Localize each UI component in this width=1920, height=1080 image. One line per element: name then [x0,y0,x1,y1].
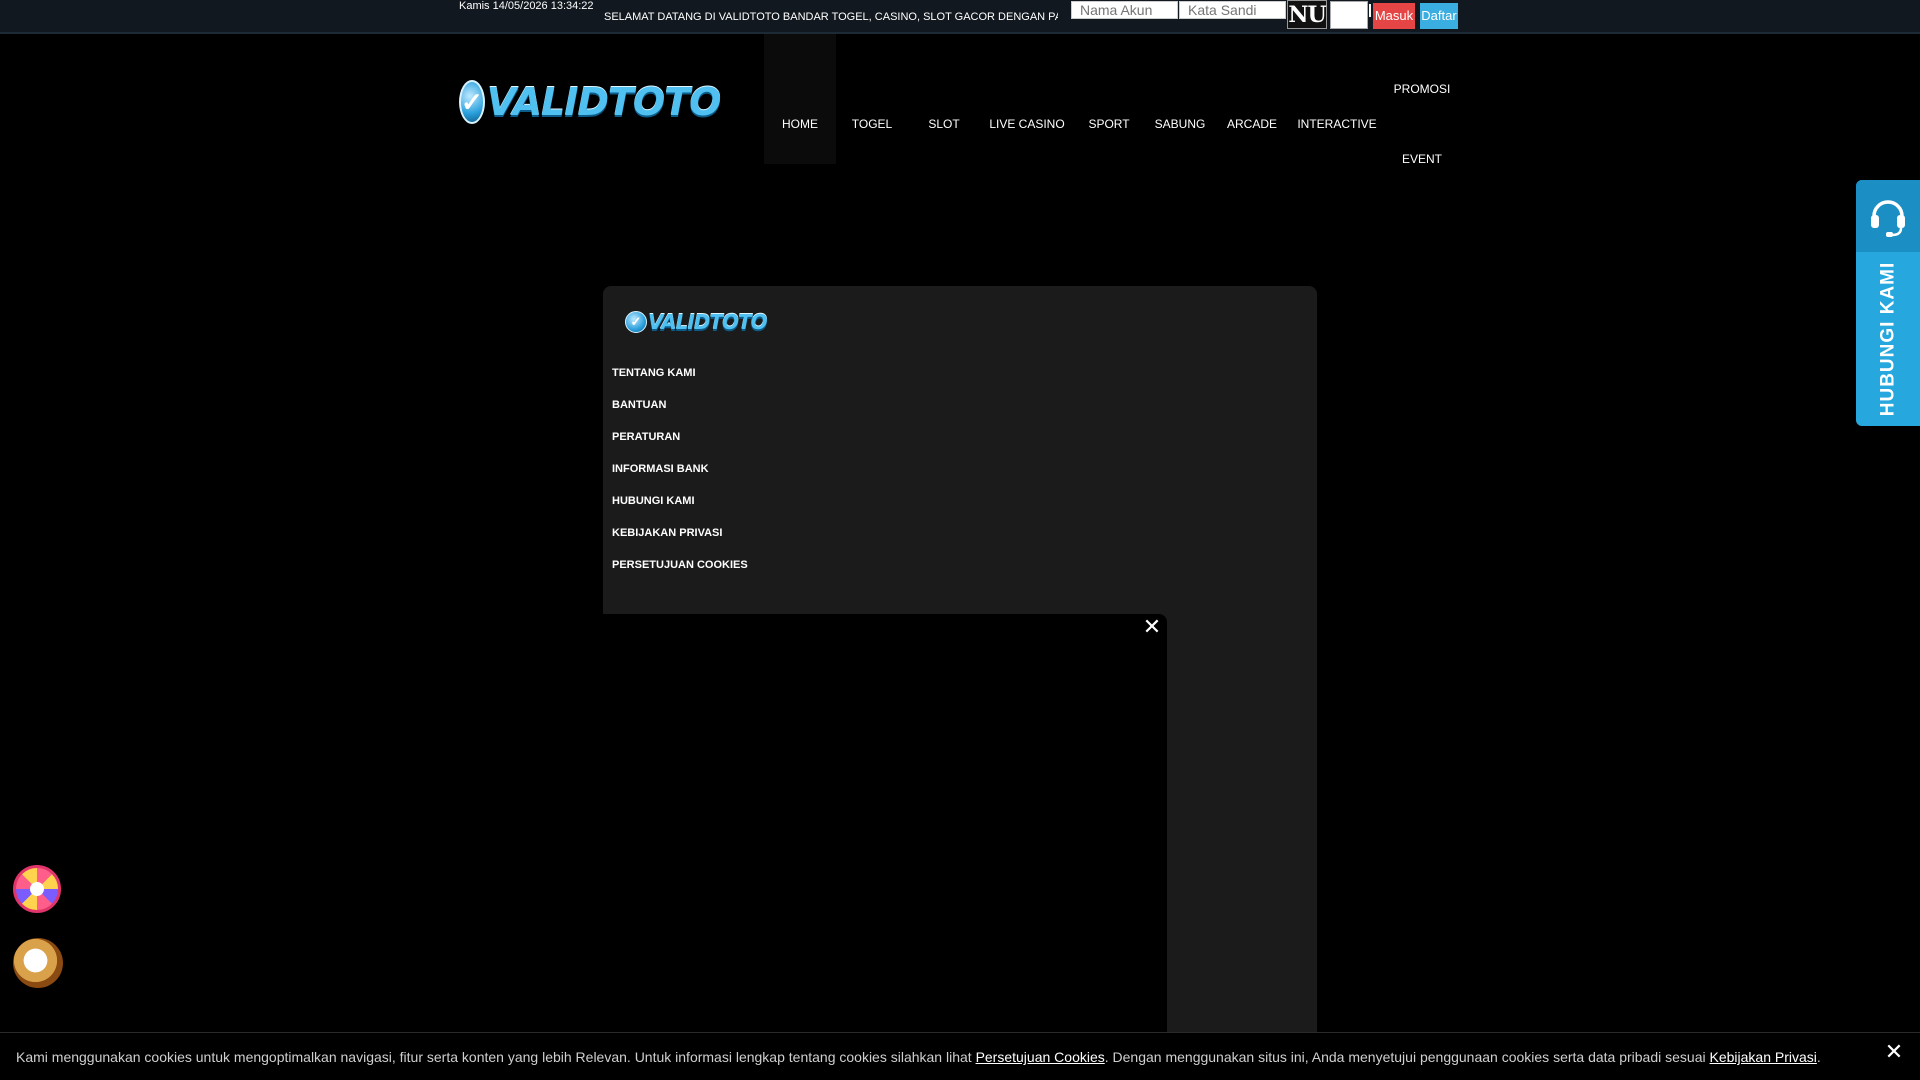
nav-home[interactable]: HOME [764,117,836,131]
captcha-divider [1369,4,1371,17]
username-input[interactable] [1071,1,1178,19]
contact-label-text: HUBUNGI KAMI [1877,261,1898,417]
captcha-image: NU [1287,0,1327,29]
cookie-consent-link[interactable]: Persetujuan Cookies [976,1049,1105,1065]
headset-icon [1871,200,1905,237]
datetime: Kamis 14/05/2026 13:34:22 [459,0,594,12]
close-icon[interactable]: ✕ [1141,616,1163,638]
modal-menu-bantuan[interactable]: BANTUAN [612,398,666,412]
nav-event[interactable]: EVENT [1386,152,1458,166]
modal-menu-kebijakan-privasi[interactable]: KEBIJAKAN PRIVASI [612,526,722,540]
top-bar: Kamis 14/05/2026 13:34:22 SELAMAT DATANG… [0,0,1920,34]
login-button[interactable]: Masuk [1373,3,1415,29]
cookie-text-2: . Dengan menggunakan situs ini, Anda men… [1104,1049,1710,1065]
lucky-wheel-icon[interactable] [13,865,61,913]
logo-text: VALIDTOTO [486,80,722,124]
contact-icon-area [1856,180,1920,252]
modal-menu-tentang-kami[interactable]: TENTANG KAMI [612,366,696,380]
modal-menu-hubungi-kami[interactable]: HUBUNGI KAMI [612,494,695,508]
privacy-policy-link[interactable]: Kebijakan Privasi [1710,1049,1817,1065]
modal-logo-text: VALIDTOTO [648,310,768,334]
nav-sport[interactable]: SPORT [1074,117,1144,131]
site-logo[interactable]: ✓ VALIDTOTO [459,76,721,128]
nav-home-highlight [764,34,836,164]
announcement-marquee: SELAMAT DATANG DI VALIDTOTO BANDAR TOGEL… [604,11,1058,23]
nav-sabung[interactable]: SABUNG [1144,117,1216,131]
register-button[interactable]: Daftar [1420,3,1458,29]
cookie-text: Kami menggunakan cookies untuk mengoptim… [16,1049,1821,1065]
dragon-ball-icon[interactable] [13,938,63,988]
nav-arcade[interactable]: ARCADE [1216,117,1288,131]
check-icon: ✓ [625,311,647,333]
nav-live-casino[interactable]: LIVE CASINO [980,117,1074,131]
contact-tab[interactable]: HUBUNGI KAMI [1856,180,1920,426]
nav-promosi[interactable]: PROMOSI [1386,82,1458,96]
modal-menu-persetujuan-cookies[interactable]: PERSETUJUAN COOKIES [612,558,748,572]
captcha-input[interactable] [1330,1,1368,29]
wheel-hub [30,882,44,896]
nav-interactive[interactable]: INTERACTIVE [1288,117,1386,131]
modal-menu-peraturan[interactable]: PERATURAN [612,430,680,444]
modal-menu-informasi-bank[interactable]: INFORMASI BANK [612,462,709,476]
cookie-banner: Kami menggunakan cookies untuk mengoptim… [0,1032,1920,1080]
close-icon[interactable]: ✕ [1882,1040,1906,1064]
contact-label: HUBUNGI KAMI [1856,252,1920,426]
nav-togel[interactable]: TOGEL [836,117,908,131]
video-player[interactable]: ✕ [603,614,1167,1080]
info-modal: ✓ VALIDTOTO TENTANG KAMI BANTUAN PERATUR… [603,286,1317,1080]
modal-logo: ✓ VALIDTOTO [625,310,768,334]
check-icon: ✓ [459,80,485,124]
cookie-text-1: Kami menggunakan cookies untuk mengoptim… [16,1049,976,1065]
password-input[interactable] [1179,1,1286,19]
cookie-text-3: . [1816,1049,1821,1065]
nav-slot[interactable]: SLOT [908,117,980,131]
